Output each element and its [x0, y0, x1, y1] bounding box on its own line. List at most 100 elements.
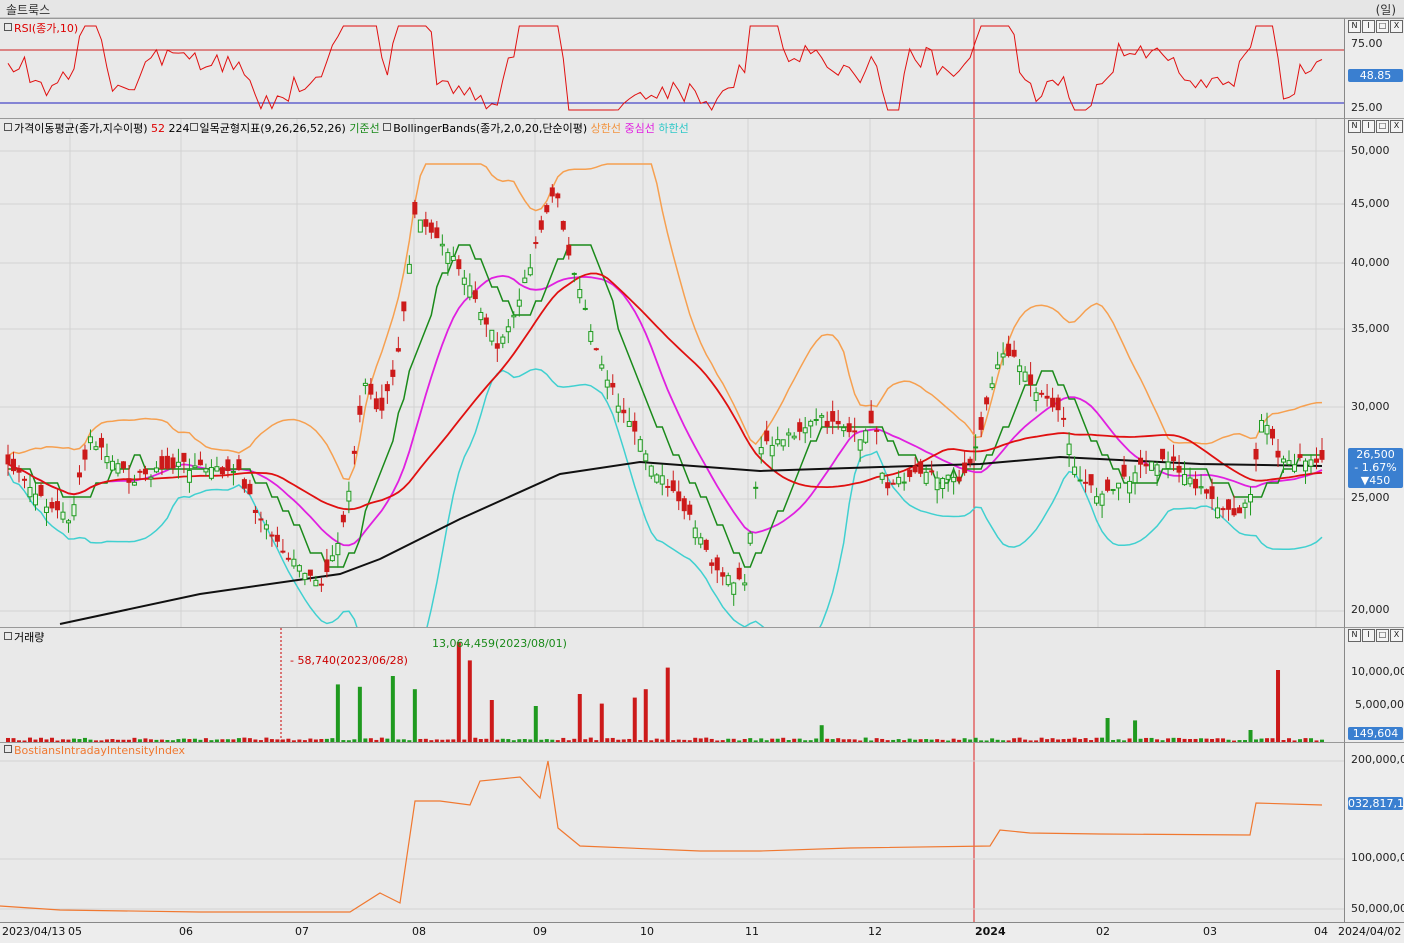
candle-body: [318, 583, 324, 586]
ma52-label: 52: [151, 122, 166, 135]
bb-upper-label: 상한선: [590, 122, 622, 135]
bb-lower-line: [7, 368, 1323, 627]
candle-body: [483, 317, 489, 325]
candle-body: [390, 369, 396, 377]
pane-close-button[interactable]: X: [1390, 120, 1403, 133]
candle-body: [1308, 459, 1314, 467]
candle-body: [1132, 472, 1138, 484]
candle-body: [1209, 486, 1215, 499]
candle-body: [1143, 463, 1149, 467]
volume-bar: [1276, 670, 1281, 742]
candle-body: [923, 471, 929, 484]
price-pane[interactable]: 가격이동평균(종가,지수이평) 52 224 일목균형지표(9,26,26,52,…: [0, 118, 1344, 627]
candle-body: [544, 205, 550, 213]
candle-body: [1215, 507, 1221, 519]
candle-body: [1094, 496, 1100, 504]
pane-i-button[interactable]: I: [1362, 120, 1375, 133]
candle-body: [65, 520, 71, 524]
candle-body: [835, 420, 841, 425]
rsi-pane[interactable]: RSI(종가,10): [0, 18, 1344, 118]
candle-body: [181, 452, 187, 462]
candle-body: [1011, 349, 1017, 357]
candle-body: [621, 409, 627, 414]
candle-body: [599, 364, 605, 369]
volume-pane[interactable]: 거래량 - 58,740(2023/06/28) 13,064,459(2023…: [0, 627, 1344, 742]
candle-body: [890, 482, 896, 485]
candle-body: [907, 469, 913, 478]
pane-toggle-icon[interactable]: [4, 123, 12, 131]
pane-i-button[interactable]: I: [1362, 20, 1375, 33]
bii-legend: BostiansIntradayIntensityIndex: [4, 744, 185, 757]
candle-body: [560, 220, 566, 230]
candle-body: [76, 472, 82, 478]
candle-body: [1204, 489, 1210, 494]
x-label: 03: [1203, 925, 1217, 938]
candle-body: [417, 219, 423, 233]
pane-n-button[interactable]: N: [1348, 20, 1361, 33]
time-axis[interactable]: 2023/04/13 05 06 07 08 09 10 11 12 2024 …: [0, 922, 1404, 943]
candle-body: [786, 432, 792, 436]
candle-body: [340, 514, 346, 523]
candle-body: [500, 336, 506, 344]
bii-axis: 200,000,00 032,817,1 100,000,00 50,000,0…: [1344, 742, 1404, 923]
x-label: 2024/04/02: [1338, 925, 1402, 938]
candle-body: [54, 501, 60, 511]
candle-body: [373, 398, 379, 410]
candle-body: [1127, 480, 1133, 494]
volume-legend: 거래량: [4, 629, 44, 645]
candle-body: [1281, 458, 1287, 463]
pane-toggle-icon[interactable]: [4, 632, 12, 640]
volume-value-tag: 149,604: [1348, 727, 1403, 740]
candle-body: [1193, 478, 1199, 489]
pane-close-button[interactable]: X: [1390, 20, 1403, 33]
candle-body: [989, 383, 995, 389]
pane-toggle-icon[interactable]: [4, 745, 12, 753]
volume-max-text: 13,064,459(2023/08/01): [432, 637, 567, 650]
volume-bar: [632, 697, 637, 742]
candle-body: [758, 447, 764, 455]
candle-body: [945, 474, 951, 480]
candle-body: [852, 430, 858, 433]
candle-body: [131, 481, 137, 486]
candle-body: [126, 478, 132, 483]
candle-body: [549, 187, 555, 197]
candle-body: [676, 491, 682, 502]
candle-body: [1198, 486, 1204, 489]
pane-toggle-icon[interactable]: [4, 23, 12, 31]
bb-toggle-icon[interactable]: [383, 123, 392, 131]
x-label: 2023/04/13: [2, 925, 66, 938]
bii-pane[interactable]: BostiansIntradayIntensityIndex: [0, 742, 1344, 923]
pane-n-button[interactable]: N: [1348, 629, 1361, 642]
candle-body: [868, 410, 874, 424]
candle-body: [1099, 493, 1105, 506]
candle-body: [1039, 392, 1045, 395]
pane-n-button[interactable]: N: [1348, 120, 1361, 133]
volume-bar: [357, 686, 362, 742]
pane-maximize-button[interactable]: □: [1376, 629, 1389, 642]
volume-bar: [599, 703, 604, 742]
bb-lower-label: 하한선: [658, 122, 689, 135]
pane-maximize-button[interactable]: □: [1376, 20, 1389, 33]
candle-body: [1292, 464, 1298, 472]
candle-body: [406, 263, 412, 274]
candle-body: [82, 449, 88, 460]
pane-i-button[interactable]: I: [1362, 629, 1375, 642]
rsi-plot: [0, 19, 1344, 118]
candle-body: [753, 486, 759, 489]
candle-body: [1044, 395, 1050, 399]
candle-body: [1105, 479, 1111, 491]
candle-body: [995, 364, 1001, 369]
candle-body: [555, 193, 561, 199]
pane-maximize-button[interactable]: □: [1376, 120, 1389, 133]
volume-bar: [533, 706, 538, 742]
candle-body: [1033, 392, 1039, 401]
rsi-value-tag: 48.85: [1348, 69, 1403, 82]
pane-close-button[interactable]: X: [1390, 629, 1403, 642]
candle-body: [159, 456, 165, 470]
candle-body: [896, 476, 902, 485]
ichimoku-toggle-icon[interactable]: [189, 123, 198, 131]
chart-window: 솔트룩스 (일) RSI(종가,10) N I □ X 75.00 48.85 …: [0, 0, 1404, 943]
x-label: 08: [412, 925, 426, 938]
candle-body: [615, 405, 621, 413]
price-tick: 45,000: [1351, 197, 1390, 210]
